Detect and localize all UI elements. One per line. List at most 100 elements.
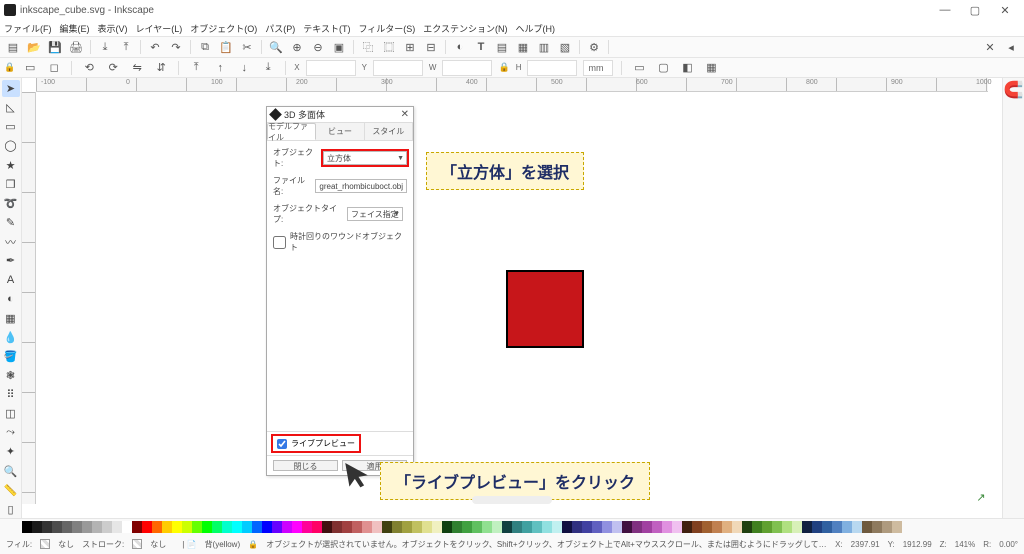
stroke-swatch[interactable] [132, 539, 142, 549]
color-swatch[interactable] [582, 521, 592, 533]
menu-extensions[interactable]: エクステンション(N) [423, 22, 507, 35]
rotation[interactable]: 0.00° [999, 540, 1018, 549]
color-swatch[interactable] [272, 521, 282, 533]
color-swatch[interactable] [742, 521, 752, 533]
dialog-close-btn[interactable]: 閉じる [273, 460, 338, 471]
color-swatch[interactable] [102, 521, 112, 533]
color-swatch[interactable] [122, 521, 132, 533]
rotate-ccw-icon[interactable]: ⟲ [80, 59, 98, 77]
color-swatch[interactable] [112, 521, 122, 533]
color-swatch[interactable] [672, 521, 682, 533]
color-swatch[interactable] [472, 521, 482, 533]
eraser-tool[interactable]: ◫ [2, 405, 20, 422]
color-swatch[interactable] [82, 521, 92, 533]
raise-top-icon[interactable]: ⤒ [187, 59, 205, 77]
objtype-dropdown[interactable]: フェイス指定 ▼ [347, 207, 403, 221]
zoom-in-button[interactable]: ⊕ [288, 38, 306, 56]
menu-view[interactable]: 表示(V) [98, 22, 128, 35]
color-swatch[interactable] [722, 521, 732, 533]
clone-button[interactable]: ⿴ [380, 38, 398, 56]
color-swatch[interactable] [402, 521, 412, 533]
color-swatch[interactable] [22, 521, 32, 533]
menu-object[interactable]: オブジェクト(O) [190, 22, 257, 35]
snap-enable-icon[interactable]: 🧲 [1004, 80, 1024, 100]
color-swatch[interactable] [172, 521, 182, 533]
transform-button[interactable]: ▧ [556, 38, 574, 56]
color-swatch[interactable] [662, 521, 672, 533]
color-swatch[interactable] [732, 521, 742, 533]
color-swatch[interactable] [562, 521, 572, 533]
prefs-button[interactable]: ⚙ [585, 38, 603, 56]
paste-button[interactable]: 📋 [217, 38, 235, 56]
color-swatch[interactable] [802, 521, 812, 533]
connector-tool[interactable]: ⤳ [2, 424, 20, 441]
undo-button[interactable]: ↶ [146, 38, 164, 56]
dialog-close-button[interactable]: ✕ [401, 109, 409, 120]
zoom-page-button[interactable]: ▣ [330, 38, 348, 56]
layer-indicator[interactable]: 背(yellow) [205, 539, 241, 550]
color-swatch[interactable] [52, 521, 62, 533]
color-swatch[interactable] [282, 521, 292, 533]
raise-icon[interactable]: ↑ [211, 59, 229, 77]
color-swatch[interactable] [422, 521, 432, 533]
color-swatch[interactable] [142, 521, 152, 533]
save-button[interactable]: 💾 [46, 38, 64, 56]
color-swatch[interactable] [442, 521, 452, 533]
copy-button[interactable]: ⧉ [196, 38, 214, 56]
flip-h-icon[interactable]: ⇋ [128, 59, 146, 77]
color-swatch[interactable] [552, 521, 562, 533]
color-swatch[interactable] [252, 521, 262, 533]
scale-gradient-icon[interactable]: ◧ [678, 59, 696, 77]
fill-swatch[interactable] [40, 539, 50, 549]
clockwise-checkbox[interactable] [273, 236, 286, 249]
menu-edit[interactable]: 編集(E) [60, 22, 90, 35]
tab-view[interactable]: ビュー [316, 123, 364, 140]
zoom-level[interactable]: 141% [955, 540, 975, 549]
rotate-cw-icon[interactable]: ⟳ [104, 59, 122, 77]
color-swatch[interactable] [132, 521, 142, 533]
color-swatch[interactable] [72, 521, 82, 533]
color-swatch[interactable] [42, 521, 52, 533]
scale-stroke-icon[interactable]: ▭ [630, 59, 648, 77]
color-swatch[interactable] [242, 521, 252, 533]
import-button[interactable]: ⤓ [96, 38, 114, 56]
color-swatch[interactable] [432, 521, 442, 533]
color-swatch[interactable] [752, 521, 762, 533]
color-swatch[interactable] [232, 521, 242, 533]
live-preview-checkbox[interactable] [277, 439, 287, 449]
color-swatch[interactable] [792, 521, 802, 533]
color-swatch[interactable] [832, 521, 842, 533]
color-swatch[interactable] [382, 521, 392, 533]
scale-corners-icon[interactable]: ▢ [654, 59, 672, 77]
3dbox-tool[interactable]: ❒ [2, 176, 20, 193]
text-tool[interactable]: A [2, 271, 20, 288]
color-swatch[interactable] [292, 521, 302, 533]
color-swatch[interactable] [702, 521, 712, 533]
color-swatch[interactable] [302, 521, 312, 533]
canvas-shape-red-square[interactable] [506, 270, 584, 348]
selector-tool[interactable]: ➤ [2, 80, 20, 97]
xml-button[interactable]: ▦ [514, 38, 532, 56]
object-dropdown[interactable]: 立方体 ▼ [323, 151, 407, 165]
text-button[interactable]: T [472, 38, 490, 56]
lpe-tool[interactable]: ✦ [2, 443, 20, 460]
color-swatch[interactable] [192, 521, 202, 533]
color-swatch[interactable] [222, 521, 232, 533]
tab-model-file[interactable]: モデルファイル [267, 123, 316, 140]
color-swatch[interactable] [492, 521, 502, 533]
zoom-fit-button[interactable]: 🔍 [267, 38, 285, 56]
paintbucket-tool[interactable]: 🪣 [2, 348, 20, 365]
color-swatch[interactable] [692, 521, 702, 533]
lower-icon[interactable]: ↓ [235, 59, 253, 77]
minimize-button[interactable]: — [930, 4, 960, 16]
color-swatch[interactable] [592, 521, 602, 533]
flip-v-icon[interactable]: ⇵ [152, 59, 170, 77]
node-tool[interactable]: ◺ [2, 99, 20, 116]
color-swatch[interactable] [412, 521, 422, 533]
fill-stroke-button[interactable]: ◐ [451, 38, 469, 56]
w-readout[interactable] [442, 60, 492, 76]
ungroup-button[interactable]: ⊟ [422, 38, 440, 56]
color-swatch[interactable] [882, 521, 892, 533]
menu-filters[interactable]: フィルター(S) [358, 22, 415, 35]
menu-help[interactable]: ヘルプ(H) [516, 22, 556, 35]
